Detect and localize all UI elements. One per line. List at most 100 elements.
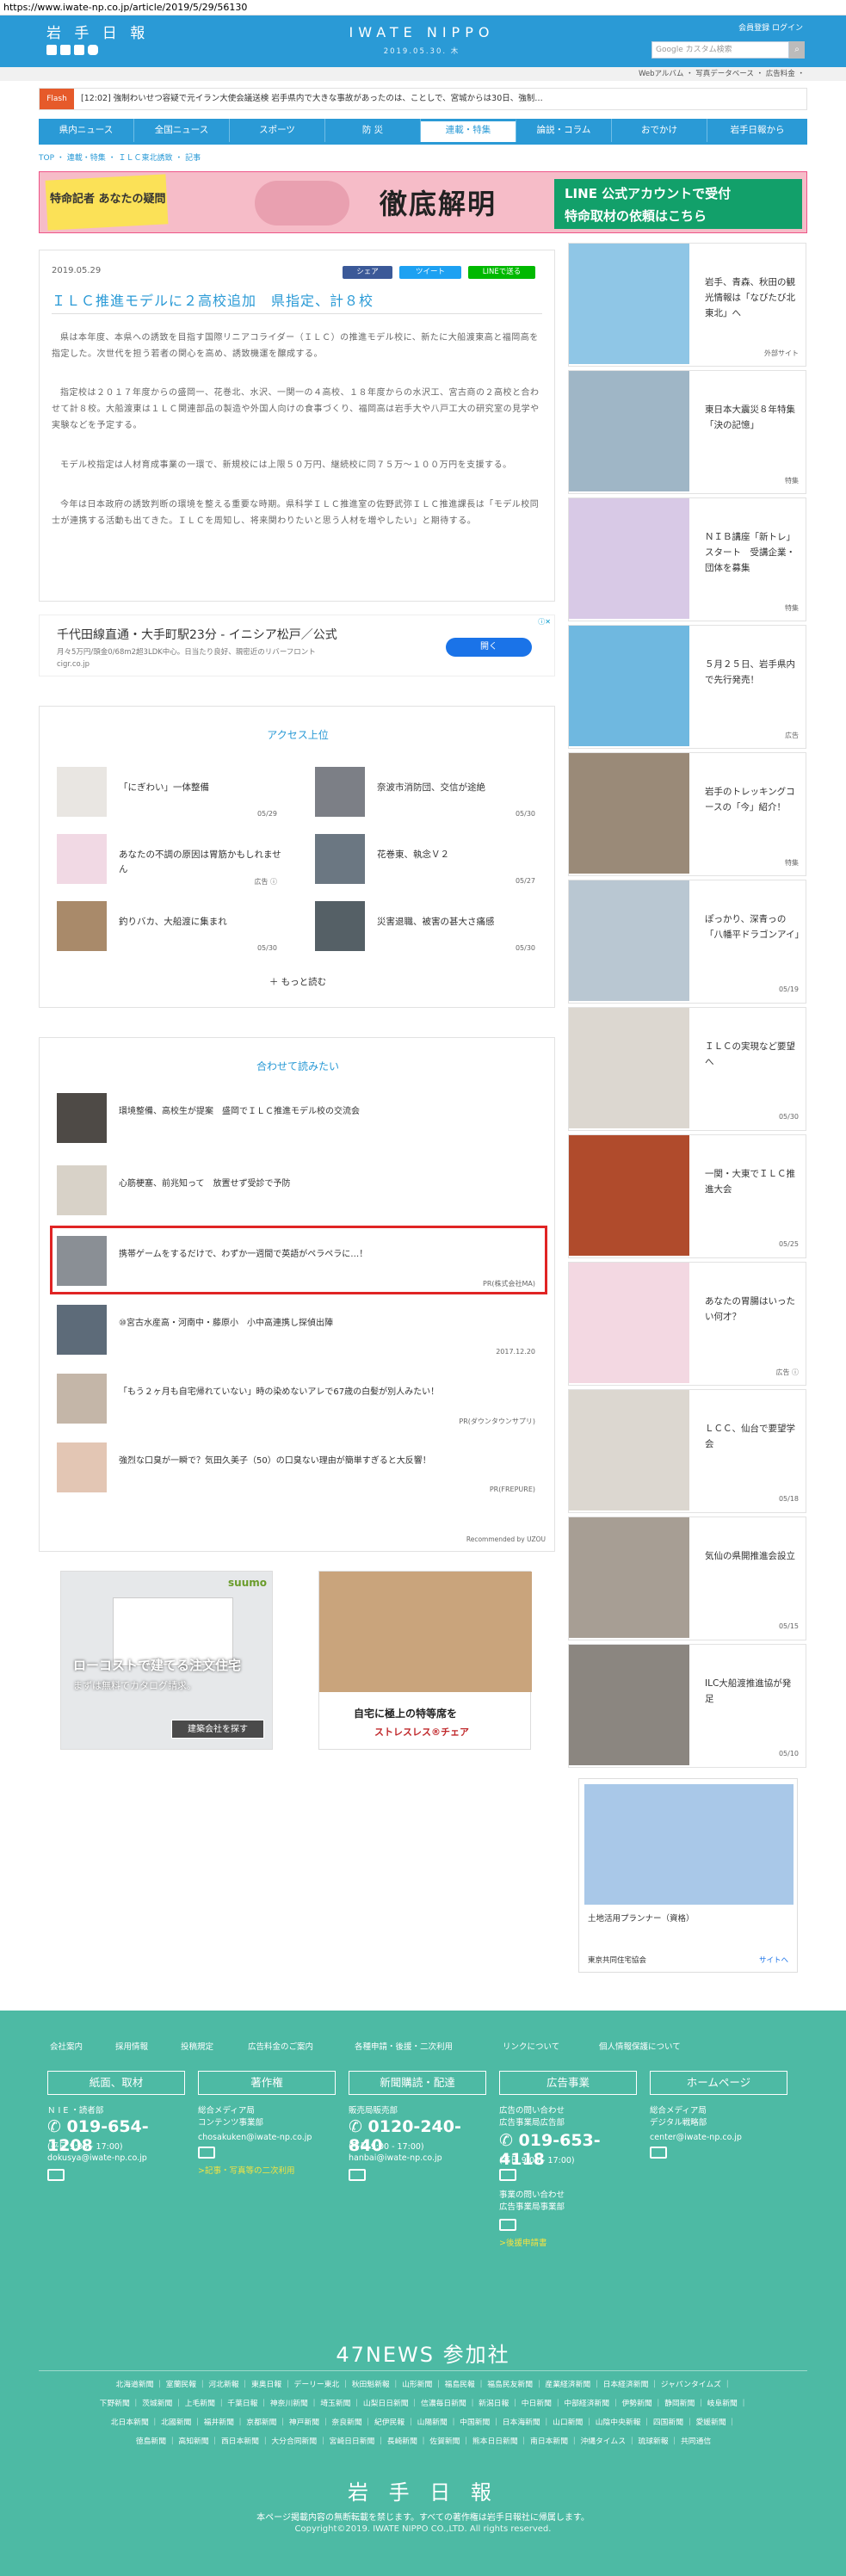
mail-icon[interactable] — [650, 2147, 667, 2159]
line-icon[interactable] — [74, 45, 84, 55]
partner-papers[interactable]: 北海道新聞 ｜ 室蘭民報 ｜ 河北新報 ｜ 東奥日報 ｜ デーリー東北 ｜ 秋田… — [53, 2375, 794, 2394]
sidebar-item[interactable]: ILC大船渡推進協が発足 05/10 — [568, 1644, 806, 1768]
recommend-item-title[interactable]: 環境整備、高校生が提案 盛岡でＩＬＣ推進モデル校の交流会 — [119, 1105, 532, 1119]
ranking-item-title[interactable]: 釣りバカ、大船渡に集まれ — [119, 915, 282, 930]
sidebar-item-title[interactable]: ５月２５日、岩手県内で先行発売！ — [705, 657, 800, 688]
search-icon[interactable]: ⌕ — [789, 41, 805, 59]
nav-from-nippo[interactable]: 岩手日報から — [707, 119, 807, 142]
banner-ad-line-box[interactable]: LINE 公式アカウントで受付 特命取材の依頼はこちら — [554, 179, 802, 229]
ad-title[interactable]: 土地活用プランナー（資格） — [588, 1912, 695, 1924]
sidebar-item-title[interactable]: あなたの胃腸はいったい何才？ — [705, 1294, 800, 1325]
stressless-ad[interactable]: 自宅に極上の特等席を ストレスレス®チェア — [318, 1571, 532, 1750]
footer-logo[interactable]: 岩 手 日 報 — [0, 2475, 846, 2505]
partner-papers[interactable]: 北日本新聞 ｜ 北國新聞 ｜ 福井新聞 ｜ 京都新聞 ｜ 神戸新聞 ｜ 奈良新聞… — [53, 2413, 794, 2432]
sidebar-item-title[interactable]: 一関・大東でＩＬＣ推進大会 — [705, 1166, 800, 1197]
ranking-item-title[interactable]: 「にぎわい」一体整備 — [119, 781, 282, 795]
recommend-item[interactable]: 「もう２ヶ月も自宅帰れていない」時の染めないアレで67歳の白髪が別人みたい！ P… — [57, 1374, 539, 1432]
ranking-item-title[interactable]: 災害退職、被害の甚大さ痛感 — [377, 915, 540, 930]
footer-link[interactable]: 投稿規定 — [181, 2040, 213, 2052]
line-share-button[interactable]: LINEで送る — [468, 266, 535, 279]
sidebar-item[interactable]: 東日本大震災８年特集「決の記憶」 特集 — [568, 370, 806, 494]
partner-papers[interactable]: 下野新聞 ｜ 茨城新聞 ｜ 上毛新聞 ｜ 千葉日報 ｜ 神奈川新聞 ｜ 埼玉新聞… — [53, 2394, 794, 2413]
footer-email[interactable]: hanbai@iwate-np.co.jp — [349, 2153, 442, 2163]
nav-outings[interactable]: おでかけ — [612, 119, 707, 142]
sidebar-item-title[interactable]: 岩手、青森、秋田の観光情報は「なびたび北東北」へ — [705, 275, 800, 321]
recommend-item-title[interactable]: 「もう２ヶ月も自宅帰れていない」時の染めないアレで67歳の白髪が別人みたい！ — [119, 1386, 532, 1399]
sidebar-item-title[interactable]: 気仙の県開推進会設立 — [705, 1548, 800, 1564]
mail-icon[interactable] — [198, 2147, 215, 2159]
nav-columns[interactable]: 論説・コラム — [516, 119, 612, 142]
footer-link[interactable]: 広告料金のご案内 — [248, 2040, 313, 2052]
mail-icon[interactable] — [47, 2169, 65, 2181]
breadcrumb[interactable]: TOP ・ 連載・特集 ・ ＩＬＣ東北誘致 ・ 記事 — [39, 151, 201, 163]
footer-email[interactable]: chosakuken@iwate-np.co.jp — [198, 2133, 312, 2142]
ranking-item[interactable]: あなたの不調の原因は胃筋かもしれません 広告 ⓘ — [40, 834, 287, 894]
ranking-item-title[interactable]: あなたの不調の原因は胃筋かもしれません — [119, 848, 282, 877]
ranking-item[interactable]: 釣りバカ、大船渡に集まれ 05/30 — [40, 901, 287, 961]
recommend-item[interactable]: ⑩宮古水産高・河南中・藤原小 小中高連携し探偵出陣 2017.12.20 — [57, 1305, 539, 1363]
account-links[interactable]: 会員登録 ログイン — [738, 22, 803, 33]
find-builder-button[interactable]: 建築会社を探す — [171, 1720, 264, 1739]
more-button[interactable]: ＋ もっと読む — [40, 975, 556, 988]
ad-link[interactable]: サイトへ — [759, 1955, 788, 1965]
facebook-share-button[interactable]: シェア — [343, 266, 392, 279]
sidebar-item-title[interactable]: ＩＬＣの実現など要望へ — [705, 1039, 800, 1070]
sidebar-item-title[interactable]: ぽっかり、深青っの「八幡平ドラゴンアイ」 — [705, 911, 804, 942]
recommend-item[interactable]: 環境整備、高校生が提案 盛岡でＩＬＣ推進モデル校の交流会 — [57, 1093, 539, 1152]
ranking-item-title[interactable]: 奈波市消防団、交信が途絶 — [377, 781, 540, 795]
sidebar-item[interactable]: 一関・大東でＩＬＣ推進大会 05/25 — [568, 1134, 806, 1258]
sidebar-item[interactable]: ＩＬＣの実現など要望へ 05/30 — [568, 1007, 806, 1131]
sidebar-item[interactable]: 岩手、青森、秋田の観光情報は「なびたび北東北」へ 外部サイト — [568, 243, 806, 367]
nav-local-news[interactable]: 県内ニュース — [39, 119, 134, 142]
footer-link[interactable]: 採用情報 — [115, 2040, 148, 2052]
ranking-item-title[interactable]: 花巻東、執念Ｖ２ — [377, 848, 540, 862]
sidebar-item[interactable]: ＮＩＢ講座「新トレ」スタート 受講企業・団体を募集 特集 — [568, 497, 806, 621]
footer-link[interactable]: リンクについて — [503, 2040, 559, 2052]
sidebar-item[interactable]: あなたの胃腸はいったい何才？ 広告 ⓘ — [568, 1262, 806, 1386]
url-bar[interactable]: https://www.iwate-np.co.jp/article/2019/… — [0, 0, 846, 15]
recommended-by[interactable]: Recommended by UZOU — [466, 1535, 546, 1543]
mail-icon[interactable] — [349, 2169, 366, 2181]
twitter-icon[interactable] — [46, 45, 57, 55]
ranking-item[interactable]: 花巻東、執念Ｖ２ 05/27 — [298, 834, 546, 894]
footer-link[interactable]: 個人情報保護について — [599, 2040, 681, 2052]
suumo-ad[interactable]: suumo ローコストで建てる注文住宅 まずは無料でカタログ請求。 建築会社を探… — [60, 1571, 273, 1750]
nav-sports[interactable]: スポーツ — [230, 119, 325, 142]
footer-link[interactable]: 会社案内 — [50, 2040, 83, 2052]
footer-secondary-link[interactable]: >後援申請書 — [499, 2236, 547, 2248]
sidebar-item-title[interactable]: ＬＣＣ、仙台で要望学会 — [705, 1421, 800, 1452]
sidebar-item[interactable]: 気仙の県開推進会設立 05/15 — [568, 1517, 806, 1640]
nav-features[interactable]: 連載・特集 — [421, 119, 516, 142]
recommend-item-title[interactable]: 心筋梗塞、前兆知って 放置せず受診で予防 — [119, 1177, 532, 1191]
banner-ad[interactable]: 特命記者 あなたの疑問 徹底解明 LINE 公式アカウントで受付 特命取材の依頼… — [39, 171, 807, 233]
sidebar-item-title[interactable]: ILC大船渡推進協が発足 — [705, 1676, 800, 1707]
sidebar-item-title[interactable]: 東日本大震災８年特集「決の記憶」 — [705, 402, 800, 433]
recommend-item[interactable]: 強烈な口臭が一瞬で？気田久美子（50）の口臭ない理由が簡単すぎると大反響！ PR… — [57, 1442, 539, 1501]
sidebar-item-title[interactable]: 岩手のトレッキングコースの「今」紹介！ — [705, 784, 800, 815]
instagram-icon[interactable] — [88, 45, 98, 55]
nav-disaster[interactable]: 防 災 — [325, 119, 421, 142]
flash-text[interactable]: [12:02] 強制わいせつ容疑で元イラン大使会議送検 岩手県内で大きな事故があ… — [81, 89, 804, 109]
recommend-item-title[interactable]: ⑩宮古水産高・河南中・藤原小 小中高連携し探偵出陣 — [119, 1317, 532, 1331]
search-input[interactable]: Google カスタム検索 — [651, 41, 789, 59]
sidebar-item[interactable]: ＬＣＣ、仙台で要望学会 05/18 — [568, 1389, 806, 1513]
footer-secondary-link[interactable]: >記事・写真等の二次利用 — [198, 2164, 294, 2176]
ranking-item[interactable]: 「にぎわい」一体整備 05/29 — [40, 767, 287, 827]
ad-title[interactable]: 千代田線直通・大手町駅23分 - イニシア松戸／公式 — [57, 626, 337, 643]
site-logo[interactable]: 岩 手 日 報 — [46, 21, 149, 42]
sidebar-item-title[interactable]: ＮＩＢ講座「新トレ」スタート 受講企業・団体を募集 — [705, 529, 800, 576]
ranking-item[interactable]: 奈波市消防団、交信が途絶 05/30 — [298, 767, 546, 827]
footer-link[interactable]: 各種申請・後援・二次利用 — [355, 2040, 453, 2052]
sidebar-item[interactable]: ５月２５日、岩手県内で先行発売！ 広告 — [568, 625, 806, 749]
mail-icon[interactable] — [499, 2219, 516, 2231]
facebook-icon[interactable] — [60, 45, 71, 55]
sub-links[interactable]: Webアルバム ・ 写真データベース ・ 広告料金 ・ — [0, 67, 846, 81]
ad-open-button[interactable]: 開く — [446, 638, 532, 657]
sidebar-ad[interactable]: 土地活用プランナー（資格） 東京共同住宅協会 サイトへ — [578, 1778, 798, 1973]
footer-email[interactable]: dokusya@iwate-np.co.jp — [47, 2153, 147, 2163]
footer-email[interactable]: center@iwate-np.co.jp — [650, 2133, 742, 2142]
recommend-item[interactable]: 心筋梗塞、前兆知って 放置せず受診で予防 — [57, 1165, 539, 1224]
sidebar-item[interactable]: ぽっかり、深青っの「八幡平ドラゴンアイ」 05/19 — [568, 880, 806, 1004]
recommend-item-title[interactable]: 強烈な口臭が一瞬で？気田久美子（50）の口臭ない理由が簡単すぎると大反響！ — [119, 1455, 532, 1468]
nav-national-news[interactable]: 全国ニュース — [134, 119, 230, 142]
